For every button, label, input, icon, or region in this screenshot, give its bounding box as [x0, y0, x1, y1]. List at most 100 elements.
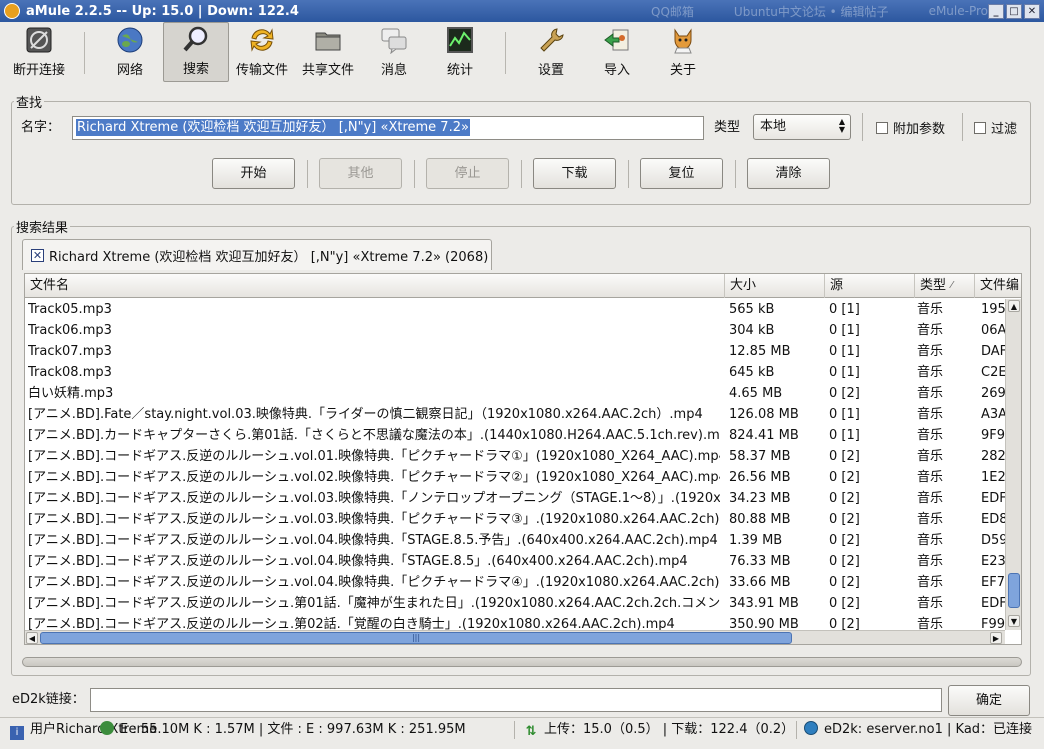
divider — [962, 113, 963, 141]
cell-type: 音乐 — [917, 323, 944, 338]
cell-file-hash: EDF — [981, 596, 1005, 611]
column-size[interactable]: 大小 — [725, 274, 825, 298]
search-result-tab[interactable]: ✕ Richard Xtreme (欢迎检档 欢迎互加好友） [,N"y] «X… — [22, 239, 492, 270]
name-label: 名字： — [21, 120, 61, 135]
status-transfer-text: 上传：15.0（0.5） | 下载：122.4（0.2） — [544, 722, 794, 737]
scroll-right-icon[interactable]: ▶ — [990, 632, 1002, 644]
toolbar-search-label: 搜索 — [182, 62, 209, 77]
table-row[interactable]: Track08.mp3 645 kB 0 [1] 音乐 C2E — [25, 362, 1005, 383]
close-window-button[interactable]: ✕ — [1024, 3, 1040, 19]
search-name-input[interactable]: Richard Xtreme (欢迎检档 欢迎互加好友） [,N"y] «Xtr… — [72, 116, 704, 140]
table-row[interactable]: Track07.mp3 12.85 MB 0 [1] 音乐 DAF — [25, 341, 1005, 362]
column-filename[interactable]: 文件名 — [25, 274, 725, 298]
sort-indicator-icon: ⁄ — [951, 280, 953, 291]
table-row[interactable]: [アニメ.BD].コードギアス.反逆のルルーシュ.第01話.「魔神が生まれた日」… — [25, 593, 1005, 614]
cell-size: 126.08 MB — [729, 407, 799, 422]
more-button[interactable]: 其他 — [319, 158, 402, 189]
toolbar-about-label: 关于 — [669, 63, 696, 78]
extra-params-checkbox-box[interactable] — [876, 121, 888, 134]
cell-filename: [アニメ.BD].Fate／stay.night.vol.03.映像特典.「ライ… — [28, 407, 703, 422]
cell-size: 1.39 MB — [729, 533, 783, 548]
status-server-text: eD2k: eserver.no1 | Kad：已连接 — [824, 722, 1033, 737]
ed2k-confirm-button[interactable]: 确定 — [948, 685, 1030, 716]
table-row[interactable]: Track06.mp3 304 kB 0 [1] 音乐 06A — [25, 320, 1005, 341]
minimize-button[interactable]: _ — [988, 3, 1004, 19]
stop-button[interactable]: 停止 — [426, 158, 509, 189]
horizontal-scrollbar[interactable]: ◀ ||| ▶ — [25, 630, 1005, 644]
scroll-left-icon[interactable]: ◀ — [26, 632, 38, 644]
toolbar-separator — [505, 32, 506, 74]
cell-type: 音乐 — [917, 449, 944, 464]
background-tab-2: Ubuntu中文论坛 • 编辑帖子 — [733, 4, 889, 19]
filter-checkbox-box[interactable] — [974, 121, 986, 134]
statistics-icon — [445, 25, 475, 55]
table-row[interactable]: [アニメ.BD].コードギアス.反逆のルルーシュ.vol.03.映像特典.「ノン… — [25, 488, 1005, 509]
toolbar-settings-label: 设置 — [537, 63, 564, 78]
cell-type: 音乐 — [917, 491, 944, 506]
toolbar-settings-button[interactable]: 设置 — [518, 22, 584, 82]
cell-filename: [アニメ.BD].コードギアス.反逆のルルーシュ.vol.04.映像特典.「ST… — [28, 554, 688, 569]
search-type-select[interactable]: 本地 ▲ ▼ — [753, 114, 851, 140]
cell-type: 音乐 — [917, 596, 944, 611]
table-row[interactable]: [アニメ.BD].コードギアス.反逆のルルーシュ.vol.04.映像特典.「ST… — [25, 530, 1005, 551]
vertical-scrollbar[interactable]: ▲ ▼ — [1005, 299, 1021, 630]
toolbar-import-label: 导入 — [603, 63, 630, 78]
table-row[interactable]: [アニメ.BD].コードギアス.反逆のルルーシュ.vol.03.映像特典.「ピク… — [25, 509, 1005, 530]
cell-type: 音乐 — [917, 386, 944, 401]
toolbar-shared-files-button[interactable]: 共享文件 — [295, 22, 361, 82]
table-header: 文件名 大小 源 类型 ⁄ 文件编 — [25, 274, 1021, 298]
table-row[interactable]: [アニメ.BD].コードギアス.反逆のルルーシュ.vol.04.映像特典.「ST… — [25, 551, 1005, 572]
cell-type: 音乐 — [917, 512, 944, 527]
search-icon — [181, 24, 211, 54]
table-row[interactable]: Track05.mp3 565 kB 0 [1] 音乐 195 — [25, 299, 1005, 320]
column-sources[interactable]: 源 — [825, 274, 915, 298]
clear-button[interactable]: 清除 — [747, 158, 830, 189]
close-tab-icon[interactable]: ✕ — [31, 248, 44, 262]
extra-params-checkbox[interactable]: 附加参数 — [876, 118, 945, 137]
vertical-scroll-thumb[interactable] — [1008, 573, 1020, 608]
cell-filename: Track06.mp3 — [28, 323, 112, 338]
combo-arrows-icon: ▲ ▼ — [838, 117, 845, 134]
column-type[interactable]: 类型 ⁄ — [915, 274, 975, 298]
toolbar-disconnect-button[interactable]: 断开连接 — [6, 22, 72, 82]
toolbar-separator — [84, 32, 85, 74]
cell-sources: 0 [1] — [829, 407, 860, 422]
download-button[interactable]: 下载 — [533, 158, 616, 189]
table-row[interactable]: [アニメ.BD].コードギアス.反逆のルルーシュ.vol.01.映像特典.「ピク… — [25, 446, 1005, 467]
toolbar-search-button[interactable]: 搜索 — [163, 22, 229, 82]
toolbar-about-button[interactable]: 关于 — [650, 22, 716, 82]
toolbar-messages-button[interactable]: 消息 — [361, 22, 427, 82]
cell-size: 4.65 MB — [729, 386, 783, 401]
cell-filename: [アニメ.BD].コードギアス.反逆のルルーシュ.第01話.「魔神が生まれた日」… — [28, 596, 720, 611]
filter-checkbox[interactable]: 过滤 — [974, 118, 1017, 137]
toolbar-import-button[interactable]: 导入 — [584, 22, 650, 82]
cell-size: 76.33 MB — [729, 554, 791, 569]
start-button[interactable]: 开始 — [212, 158, 295, 189]
cell-sources: 0 [1] — [829, 365, 860, 380]
table-row[interactable]: [アニメ.BD].コードギアス.反逆のルルーシュ.vol.02.映像特典.「ピク… — [25, 467, 1005, 488]
ed2k-link-input[interactable] — [90, 688, 942, 712]
cell-filename: [アニメ.BD].カードキャプターさくら.第01話.「さくらと不思議な魔法の本」… — [28, 428, 720, 443]
maximize-button[interactable]: □ — [1006, 3, 1022, 19]
table-row[interactable]: [アニメ.BD].カードキャプターさくら.第01話.「さくらと不思議な魔法の本」… — [25, 425, 1005, 446]
scroll-down-icon[interactable]: ▼ — [1008, 615, 1020, 627]
cell-size: 565 kB — [729, 302, 775, 317]
disconnect-icon — [24, 25, 54, 55]
about-icon — [668, 25, 698, 55]
cell-size: 12.85 MB — [729, 344, 791, 359]
toolbar-network-button[interactable]: 网络 — [97, 22, 163, 82]
table-row[interactable]: [アニメ.BD].コードギアス.反逆のルルーシュ.vol.04.映像特典.「ピク… — [25, 572, 1005, 593]
toolbar-statistics-label: 统计 — [446, 63, 473, 78]
table-row[interactable]: 白い妖精.mp3 4.65 MB 0 [2] 音乐 269 — [25, 383, 1005, 404]
toolbar-transfer-button[interactable]: 传输文件 — [229, 22, 295, 82]
reset-button[interactable]: 复位 — [640, 158, 723, 189]
toolbar-statistics-button[interactable]: 统计 — [427, 22, 493, 82]
horizontal-scroll-thumb[interactable]: ||| — [40, 632, 792, 644]
cell-sources: 0 [1] — [829, 344, 860, 359]
scroll-up-icon[interactable]: ▲ — [1008, 300, 1020, 312]
cell-size: 58.37 MB — [729, 449, 791, 464]
cell-type: 音乐 — [917, 575, 944, 590]
cell-size: 645 kB — [729, 365, 775, 380]
table-row[interactable]: [アニメ.BD].Fate／stay.night.vol.03.映像特典.「ライ… — [25, 404, 1005, 425]
column-file-hash[interactable]: 文件编 — [975, 274, 1021, 298]
